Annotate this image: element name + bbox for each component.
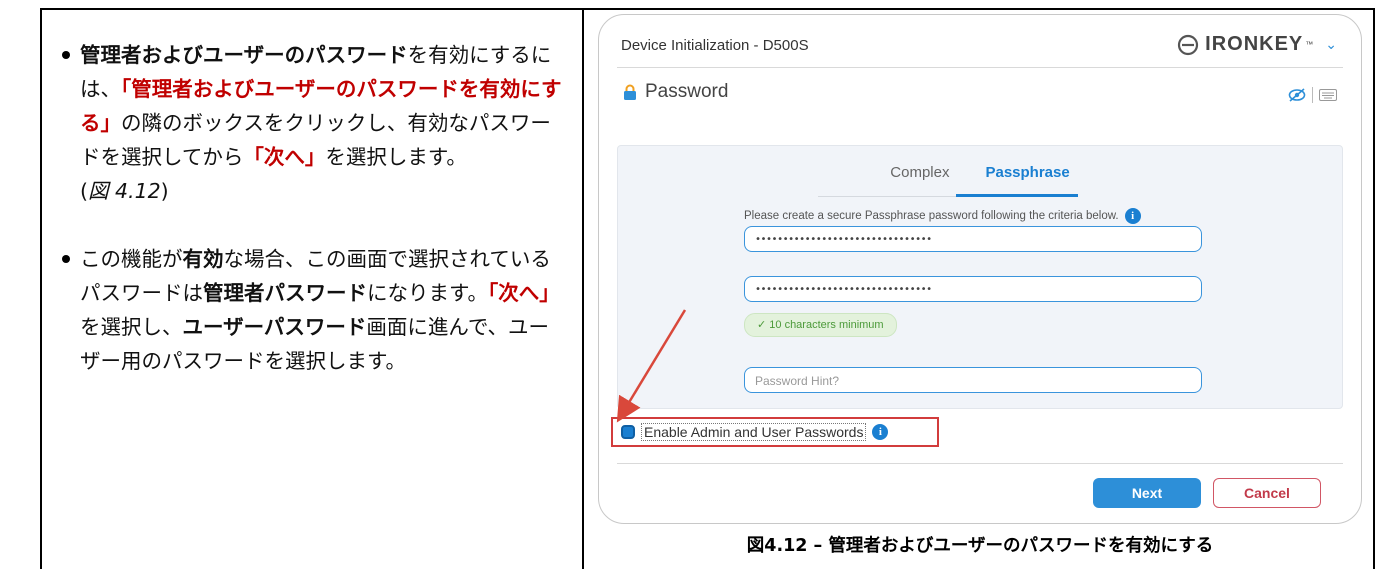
lock-icon xyxy=(624,84,636,100)
brand-name: IRONKEY xyxy=(1205,33,1304,55)
bullet-dot xyxy=(62,51,70,59)
view-tools xyxy=(1288,87,1337,103)
body-text: を選択し、 xyxy=(80,315,183,339)
password-type-tabs: Complex Passphrase xyxy=(618,164,1342,191)
bold-text: 有効 xyxy=(182,247,224,271)
divider xyxy=(617,67,1343,68)
brand-trademark: ™ xyxy=(1305,40,1314,49)
min-length-badge: ✓ 10 characters minimum xyxy=(744,313,897,337)
instructions: 管理者およびユーザーのパスワードを有効にするには、「管理者およびユーザーのパスワ… xyxy=(62,38,562,378)
table-border-middle xyxy=(582,8,584,569)
bullet-dot xyxy=(62,255,70,263)
bold-text: ユーザーパスワード xyxy=(182,315,367,339)
info-icon[interactable]: i xyxy=(872,424,889,440)
eye-slash-icon[interactable] xyxy=(1288,88,1306,102)
enable-admin-user-checkbox[interactable] xyxy=(621,425,635,439)
table-border-top xyxy=(40,8,1375,10)
active-tab-indicator xyxy=(956,194,1078,197)
enable-admin-user-label[interactable]: Enable Admin and User Passwords xyxy=(641,423,867,441)
tool-separator xyxy=(1312,87,1313,103)
enable-admin-user-highlight: Enable Admin and User Passwords i xyxy=(611,417,939,447)
next-button[interactable]: Next xyxy=(1093,478,1201,508)
window-title: Device Initialization - D500S xyxy=(621,37,809,54)
bullet-admin-password-note: この機能が有効な場合、この画面で選択されているパスワードは管理者パスワードになり… xyxy=(62,242,562,378)
criteria-text: Please create a secure Passphrase passwo… xyxy=(744,208,1141,224)
figure-caption: 図4.12 – 管理者およびユーザーのパスワードを有効にする xyxy=(746,536,1214,556)
tab-passphrase[interactable]: Passphrase xyxy=(985,164,1069,191)
password-hint-input[interactable]: Password Hint? xyxy=(744,367,1202,393)
table-border-left xyxy=(40,8,42,569)
figure-reference: 図 4.12 xyxy=(88,179,161,203)
divider xyxy=(617,463,1343,464)
figure-ref-close: ) xyxy=(160,179,169,203)
chevron-down-icon[interactable]: ⌄ xyxy=(1325,36,1337,53)
cancel-button[interactable]: Cancel xyxy=(1213,478,1321,508)
section-header: Password xyxy=(623,81,728,103)
body-text: を選択します。 xyxy=(325,145,467,169)
logo-icon xyxy=(1178,34,1199,55)
body-text: になります。 xyxy=(367,281,488,305)
brand-menu[interactable]: IRONKEY ™ ⌄ xyxy=(1177,33,1337,56)
confirm-password-field[interactable]: •••••••••••••••••••••••••••••••• xyxy=(744,276,1202,302)
figure-ref-open: ( xyxy=(80,179,88,203)
password-field[interactable]: •••••••••••••••••••••••••••••••• xyxy=(744,226,1202,252)
section-title: Password xyxy=(645,81,729,102)
bold-text: 管理者パスワード xyxy=(203,281,367,305)
password-panel: Complex Passphrase Please create a secur… xyxy=(617,145,1343,409)
body-text: この機能が xyxy=(80,247,183,271)
tab-complex[interactable]: Complex xyxy=(890,164,949,191)
info-icon[interactable]: i xyxy=(1124,208,1141,224)
bullet-enable-passwords: 管理者およびユーザーのパスワードを有効にするには、「管理者およびユーザーのパスワ… xyxy=(62,38,562,208)
device-initialization-window: Device Initialization - D500S IRONKEY ™ ⌄… xyxy=(598,14,1362,524)
bold-text: 管理者およびユーザーのパスワード xyxy=(80,43,408,67)
emphasis-text: 「次へ」 xyxy=(487,281,560,305)
emphasis-text: 「次へ」 xyxy=(243,145,326,169)
keyboard-icon[interactable] xyxy=(1319,89,1337,101)
criteria-label: Please create a secure Passphrase passwo… xyxy=(744,210,1119,222)
